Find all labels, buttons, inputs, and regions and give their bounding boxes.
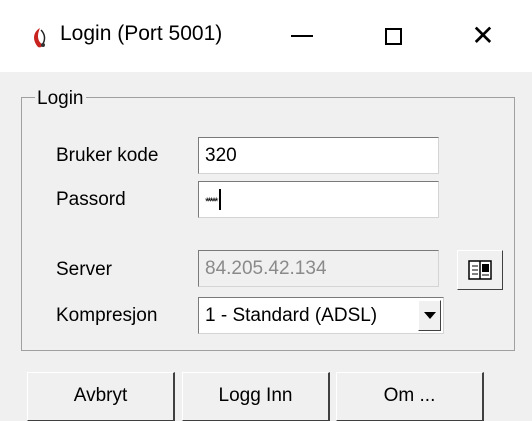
groupbox-legend: Login [35, 88, 86, 110]
password-label: Passord [56, 189, 126, 210]
user-code-label: Bruker kode [56, 145, 159, 166]
address-book-icon [468, 260, 492, 280]
cancel-button[interactable]: Avbryt [27, 372, 175, 421]
maximize-icon [384, 27, 402, 45]
compression-select[interactable]: 1 - Standard (ADSL) [198, 297, 444, 334]
compression-selected-value: 1 - Standard (ADSL) [205, 305, 378, 326]
server-lookup-button[interactable] [457, 250, 503, 290]
user-code-value: 320 [205, 145, 237, 166]
server-label: Server [56, 259, 112, 280]
password-masked-value: ***** [205, 196, 218, 208]
compression-label: Kompresjon [56, 305, 158, 326]
app-icon [30, 27, 50, 49]
dropdown-arrow-button[interactable] [418, 300, 441, 331]
minimize-icon [291, 35, 313, 37]
minimize-button[interactable] [262, 0, 342, 72]
server-value: 84.205.42.134 [205, 258, 327, 279]
chevron-down-icon [423, 312, 436, 319]
text-caret [219, 189, 222, 211]
login-button[interactable]: Logg Inn [182, 372, 330, 421]
window-title: Login (Port 5001) [60, 22, 223, 45]
close-button[interactable]: ✕ [443, 0, 523, 72]
title-bar[interactable]: Login (Port 5001) ✕ [0, 0, 532, 72]
user-code-field[interactable]: 320 [198, 137, 439, 174]
close-icon: ✕ [471, 19, 495, 52]
password-field[interactable]: ***** [198, 181, 439, 218]
server-field[interactable]: 84.205.42.134 [198, 250, 439, 287]
about-button[interactable]: Om ... [336, 372, 484, 421]
maximize-button[interactable] [353, 0, 433, 72]
